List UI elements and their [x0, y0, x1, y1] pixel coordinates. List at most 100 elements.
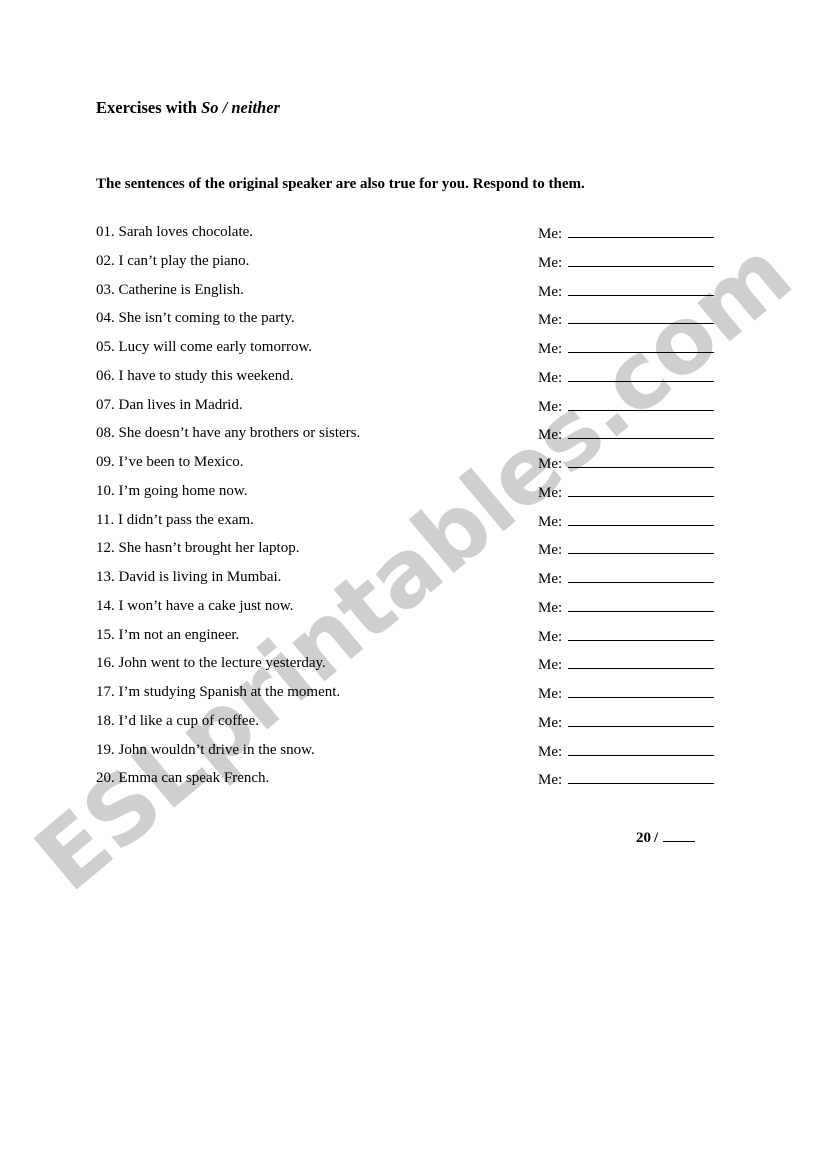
- exercise-number: 18.: [96, 712, 115, 729]
- answer-block: Me:: [538, 567, 715, 589]
- answer-label: Me:: [538, 772, 563, 789]
- answer-blank-field[interactable]: [568, 222, 715, 238]
- answer-blank-field[interactable]: [568, 567, 715, 583]
- answer-blank-field[interactable]: [568, 452, 715, 468]
- answer-block: Me:: [538, 711, 715, 733]
- answer-blank-field[interactable]: [568, 538, 715, 555]
- answer-blank-field[interactable]: [568, 308, 715, 325]
- answer-block: Me:: [538, 768, 715, 790]
- answer-label: Me:: [538, 283, 563, 300]
- answer-block: Me:: [538, 337, 715, 359]
- exercise-row: 09. I’ve been to Mexico. Me:: [0, 452, 826, 481]
- answer-blank-field[interactable]: [568, 251, 715, 267]
- exercise-question: 19. John wouldn’t drive in the snow.: [96, 740, 315, 760]
- answer-label: Me:: [538, 628, 563, 645]
- exercise-sentence: Catherine is English.: [118, 281, 244, 298]
- answer-label: Me:: [538, 456, 563, 472]
- page-title-prefix: Exercises with: [96, 98, 202, 117]
- answer-label: Me:: [538, 484, 563, 501]
- exercise-row: 10. I’m going home now. Me:: [0, 481, 826, 510]
- exercise-sentence: She isn’t coming to the party.: [118, 310, 295, 327]
- exercise-number: 19.: [96, 741, 115, 758]
- exercise-sentence: I’d like a cup of coffee.: [118, 712, 260, 729]
- exercise-number: 04.: [96, 310, 115, 327]
- exercise-number: 09.: [96, 454, 115, 470]
- exercise-row: 07. Dan lives in Madrid. Me:: [0, 395, 826, 424]
- page-title: Exercises with So / neither: [96, 98, 280, 118]
- answer-block: Me:: [538, 481, 715, 503]
- answer-blank-field[interactable]: [568, 740, 715, 756]
- exercise-question: 06. I have to study this weekend.: [96, 366, 293, 386]
- answer-label: Me:: [538, 657, 563, 674]
- answer-blank-field[interactable]: [568, 625, 715, 641]
- score-group: 20 /: [636, 828, 696, 848]
- answer-label: Me:: [538, 341, 563, 357]
- exercise-list: 01. Sarah loves chocolate. Me: 02. I can’t…: [0, 222, 826, 797]
- score-blank-field[interactable]: [663, 828, 696, 842]
- answer-blank-field[interactable]: [568, 711, 715, 727]
- exercise-sentence: Emma can speak French.: [118, 770, 270, 787]
- exercise-sentence: I have to study this weekend.: [118, 367, 294, 384]
- exercise-row: 04. She isn’t coming to the party. Me:: [0, 308, 826, 337]
- answer-label: Me:: [538, 226, 563, 242]
- answer-blank-field[interactable]: [568, 653, 715, 670]
- answer-block: Me:: [538, 280, 715, 302]
- exercise-sentence: John went to the lecture yesterday.: [118, 655, 326, 672]
- answer-block: Me:: [538, 366, 715, 388]
- exercise-sentence: She hasn’t brought her laptop.: [118, 540, 300, 557]
- exercise-row: 05. Lucy will come early tomorrow. Me:: [0, 337, 826, 366]
- answer-block: Me:: [538, 251, 715, 273]
- answer-blank-field[interactable]: [568, 481, 715, 497]
- exercise-question: 20. Emma can speak French.: [96, 768, 269, 788]
- exercise-row: 01. Sarah loves chocolate. Me:: [0, 222, 826, 251]
- exercise-number: 06.: [96, 367, 115, 384]
- worksheet-content: Exercises with So / neither The sentence…: [0, 0, 826, 1169]
- answer-blank-field[interactable]: [568, 596, 715, 612]
- exercise-sentence: John wouldn’t drive in the snow.: [118, 741, 315, 758]
- answer-block: Me:: [538, 452, 715, 474]
- score-separator: /: [654, 830, 659, 846]
- exercise-row: 20. Emma can speak French. Me:: [0, 768, 826, 797]
- exercise-number: 02.: [96, 252, 115, 269]
- answer-label: Me:: [538, 254, 563, 271]
- exercise-sentence: David is living in Mumbai.: [118, 569, 282, 585]
- exercise-sentence: I can’t play the piano.: [118, 252, 250, 269]
- exercise-question: 12. She hasn’t brought her laptop.: [96, 538, 299, 558]
- exercise-number: 08.: [96, 425, 115, 442]
- answer-blank-field[interactable]: [568, 337, 715, 353]
- answer-blank-field[interactable]: [568, 768, 715, 785]
- exercise-number: 16.: [96, 655, 115, 672]
- exercise-question: 04. She isn’t coming to the party.: [96, 308, 295, 328]
- exercise-sentence: Sarah loves chocolate.: [118, 224, 254, 240]
- answer-block: Me:: [538, 395, 715, 417]
- exercise-question: 03. Catherine is English.: [96, 280, 244, 300]
- exercise-question: 11. I didn’t pass the exam.: [96, 510, 254, 530]
- exercise-number: 20.: [96, 770, 115, 787]
- exercise-question: 02. I can’t play the piano.: [96, 251, 249, 271]
- exercise-question: 14. I won’t have a cake just now.: [96, 596, 293, 616]
- answer-block: Me:: [538, 596, 715, 618]
- exercise-sentence: I’m studying Spanish at the moment.: [118, 684, 341, 700]
- answer-blank-field[interactable]: [568, 395, 715, 411]
- exercise-number: 11.: [96, 511, 115, 528]
- exercise-row: 02. I can’t play the piano. Me:: [0, 251, 826, 280]
- exercise-sentence: Lucy will come early tomorrow.: [118, 339, 313, 355]
- exercise-question: 16. John went to the lecture yesterday.: [96, 653, 326, 673]
- answer-blank-field[interactable]: [568, 682, 715, 698]
- exercise-row: 16. John went to the lecture yesterday. M…: [0, 653, 826, 682]
- answer-label: Me:: [538, 398, 563, 415]
- answer-block: Me:: [538, 510, 715, 532]
- answer-blank-field[interactable]: [568, 280, 715, 296]
- answer-blank-field[interactable]: [568, 366, 715, 382]
- exercise-question: 15. I’m not an engineer.: [96, 625, 239, 645]
- answer-blank-field[interactable]: [568, 510, 715, 526]
- answer-label: Me:: [538, 743, 563, 760]
- answer-label: Me:: [538, 686, 563, 702]
- answer-block: Me:: [538, 682, 715, 704]
- exercise-question: 13. David is living in Mumbai.: [96, 567, 281, 587]
- answer-label: Me:: [538, 427, 563, 444]
- score-total: 20: [636, 830, 651, 846]
- answer-block: Me:: [538, 538, 715, 560]
- answer-blank-field[interactable]: [568, 423, 715, 440]
- exercise-question: 17. I’m studying Spanish at the moment.: [96, 682, 340, 702]
